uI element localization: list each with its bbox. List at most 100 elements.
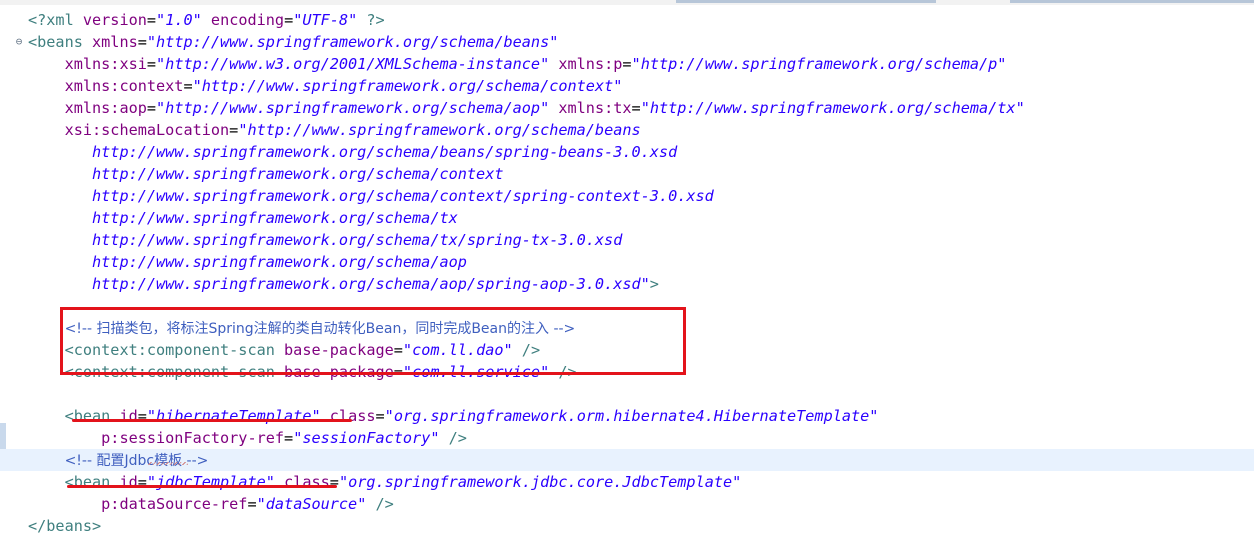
punctuation-token: = <box>137 33 147 51</box>
xml-code-editor[interactable]: <?xml version="1.0" encoding="UTF-8" ?> ⊖… <box>0 5 1254 535</box>
xml-value-token: http://www.springframework.org/schema/co… <box>92 165 504 183</box>
code-line[interactable]: http://www.springframework.org/schema/co… <box>0 185 1254 207</box>
xml-attribute-token: xmlns <box>92 33 138 51</box>
punctuation-token: = <box>284 429 294 447</box>
xml-tag-token: <beans <box>28 33 93 51</box>
punctuation-token: = <box>146 55 157 73</box>
xml-attribute-token: xmlns:context <box>64 77 184 95</box>
code-line[interactable] <box>0 383 1254 405</box>
code-line[interactable]: <?xml version="1.0" encoding="UTF-8" ?> <box>0 9 1254 31</box>
xml-value-token: "http://www.springframework.org/schema/a… <box>156 99 550 117</box>
xml-value-token: http://www.springframework.org/schema/tx <box>92 209 458 227</box>
punctuation-token: = <box>375 407 385 425</box>
code-line[interactable]: http://www.springframework.org/schema/be… <box>0 141 1254 163</box>
xml-value-token: http://www.springframework.org/schema/tx… <box>92 231 623 249</box>
xml-value-token: "jdbcTemplate" <box>146 473 275 491</box>
code-line[interactable]: ⊖ <beans xmlns="http://www.springframewor… <box>0 31 1254 53</box>
code-line-text: <!-- 配置Jdbc模板 --> <box>28 449 209 472</box>
punctuation-token <box>202 11 211 29</box>
xml-declaration-token: <?xml <box>28 11 83 29</box>
code-line[interactable]: <!-- 配置Jdbc模板 --> <box>0 449 1254 471</box>
code-line[interactable]: http://www.springframework.org/schema/co… <box>0 163 1254 185</box>
xml-tag-token: </beans> <box>28 517 102 535</box>
punctuation-token: = <box>137 473 147 491</box>
code-line-text: http://www.springframework.org/schema/be… <box>28 141 677 163</box>
xml-attribute-token: version <box>82 11 147 29</box>
xml-value-token: "http://www.springframework.org/schema/t… <box>640 99 1025 117</box>
xml-value-token: http://www.springframework.org/schema/be… <box>92 143 678 161</box>
spelling-squiggle <box>148 462 188 465</box>
punctuation-token: = <box>247 495 257 513</box>
punctuation-token: = <box>622 55 632 73</box>
code-line-text: http://www.springframework.org/schema/ao… <box>28 273 659 295</box>
xml-value-token: "sessionFactory" <box>293 429 440 447</box>
code-line[interactable]: p:dataSource-ref="dataSource" /> <box>0 493 1254 515</box>
xml-value-token: http://www.springframework.org/schema/co… <box>92 187 714 205</box>
code-line-text: xmlns:aop="http://www.springframework.or… <box>28 97 1025 119</box>
code-line[interactable]: http://www.springframework.org/schema/tx <box>0 207 1254 229</box>
code-line[interactable]: http://www.springframework.org/schema/tx… <box>0 229 1254 251</box>
xml-attribute-token: id <box>119 407 138 425</box>
punctuation-token: = <box>284 11 294 29</box>
code-line[interactable]: p:sessionFactory-ref="sessionFactory" /> <box>0 427 1254 449</box>
code-line[interactable]: http://www.springframework.org/schema/ao… <box>0 273 1254 295</box>
xml-tag-token: <bean <box>64 407 120 425</box>
xml-value-token: "http://www.springframework.org/schema/b… <box>146 33 559 51</box>
code-line[interactable]: xmlns:aop="http://www.springframework.or… <box>0 97 1254 119</box>
xml-value-token: http://www.springframework.org/schema/ao… <box>92 253 467 271</box>
annotation-red-box <box>60 307 686 375</box>
code-line-text: <bean id="jdbcTemplate" class="org.sprin… <box>28 471 742 493</box>
code-line-text: p:sessionFactory-ref="sessionFactory" /> <box>28 427 467 449</box>
code-line[interactable]: xsi:schemaLocation="http://www.springfra… <box>0 119 1254 141</box>
code-line[interactable]: xmlns:xsi="http://www.w3.org/2001/XMLSch… <box>0 53 1254 75</box>
xml-tag-token: > <box>649 275 659 293</box>
punctuation-token: = <box>183 77 193 95</box>
code-line[interactable]: <bean id="jdbcTemplate" class="org.sprin… <box>0 471 1254 493</box>
code-line[interactable]: xmlns:context="http://www.springframewor… <box>0 75 1254 97</box>
xml-value-token: "http://www.springframework.org/schema/c… <box>192 77 623 95</box>
xml-value-token: "1.0" <box>156 11 202 29</box>
code-line-text: <?xml version="1.0" encoding="UTF-8" ?> <box>28 9 385 31</box>
xml-attribute-token: p:sessionFactory-ref <box>101 429 285 447</box>
xml-value-token: "org.springframework.orm.hibernate4.Hibe… <box>384 407 879 425</box>
punctuation-token: = <box>146 99 157 117</box>
xml-value-token: http://www.springframework.org/schema/ao… <box>92 275 650 293</box>
xml-attribute-token: p:dataSource-ref <box>101 495 248 513</box>
xml-tag-token: <bean <box>64 473 120 491</box>
fold-toggle-icon[interactable]: ⊖ <box>14 31 24 53</box>
code-line-text: http://www.springframework.org/schema/ao… <box>28 251 467 273</box>
xml-attribute-token: xsi:schemaLocation <box>64 121 230 139</box>
xml-attribute-token: class <box>329 407 376 425</box>
editor-tab-indicator[interactable] <box>1010 0 1254 3</box>
code-line-text: http://www.springframework.org/schema/co… <box>28 185 714 207</box>
code-line-text: http://www.springframework.org/schema/tx <box>28 207 458 229</box>
xml-attribute-token: id <box>119 473 138 491</box>
xml-tag-token: /> <box>439 429 467 447</box>
editor-tab-indicator[interactable] <box>676 0 936 3</box>
xml-declaration-token: ?> <box>357 11 385 29</box>
punctuation-token: = <box>329 473 339 491</box>
punctuation-token <box>549 99 558 117</box>
code-line[interactable]: http://www.springframework.org/schema/ao… <box>0 251 1254 273</box>
code-line[interactable]: </beans> <box>0 515 1254 537</box>
code-line[interactable]: <bean id="hibernateTemplate" class="org.… <box>0 405 1254 427</box>
xml-attribute-token: xmlns:xsi <box>64 55 147 73</box>
xml-value-token: "http://www.w3.org/2001/XMLSchema-instan… <box>156 55 550 73</box>
punctuation-token: = <box>137 407 147 425</box>
annotation-underline-jdbc <box>67 485 337 488</box>
code-line-text: <beans xmlns="http://www.springframework… <box>28 31 558 53</box>
xml-attribute-token: encoding <box>210 11 285 29</box>
